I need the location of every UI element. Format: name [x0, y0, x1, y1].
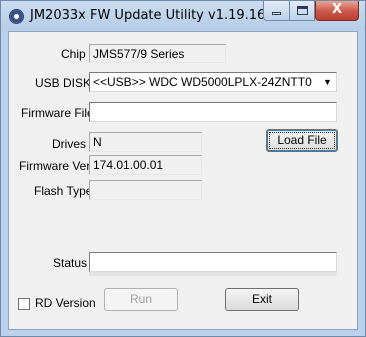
- close-button[interactable]: X: [315, 1, 359, 21]
- chevron-down-icon[interactable]: ▼: [320, 74, 335, 90]
- maximize-icon: [297, 6, 308, 15]
- firmware-ver-field: 174.01.00.01: [89, 155, 202, 175]
- title-bar[interactable]: JM2033x FW Update Utility v1.19.16.24 X: [1, 1, 365, 31]
- chip-field: JMS577/9 Series: [89, 44, 226, 63]
- usb-disk-value: <<USB>> WDC WD5000LPLX-24ZNTT0: [93, 75, 312, 89]
- window-title: JM2033x FW Update Utility v1.19.16.24: [30, 8, 286, 23]
- load-file-button[interactable]: Load File: [266, 129, 338, 152]
- minimize-icon: [272, 12, 281, 15]
- firmware-file-label: Firmware File: [21, 106, 94, 120]
- status-label: Status: [53, 256, 88, 270]
- app-icon[interactable]: [9, 9, 24, 24]
- dialog-body: Chip JMS577/9 Series USB DISK <<USB>> WD…: [8, 31, 358, 330]
- firmware-file-input[interactable]: [89, 102, 337, 122]
- drives-label: Drives: [52, 137, 87, 151]
- usb-disk-select[interactable]: <<USB>> WDC WD5000LPLX-24ZNTT0 ▼: [89, 72, 337, 92]
- maximize-button[interactable]: [289, 1, 315, 21]
- rd-version-label[interactable]: RD Version: [35, 296, 96, 310]
- flash-type-label: Flash Type: [34, 184, 93, 198]
- status-underbar: [89, 272, 337, 276]
- app-window: JM2033x FW Update Utility v1.19.16.24 X …: [0, 0, 366, 337]
- usb-disk-label: USB DISK: [35, 76, 92, 90]
- chip-label: Chip: [61, 47, 86, 61]
- drives-field: N: [89, 132, 202, 152]
- firmware-ver-label: Firmware Ver.: [19, 159, 94, 173]
- close-icon: X: [331, 2, 343, 17]
- status-field: [89, 252, 337, 272]
- exit-button[interactable]: Exit: [225, 288, 299, 311]
- rd-version-checkbox[interactable]: [18, 298, 30, 310]
- run-button[interactable]: Run: [104, 288, 178, 311]
- minimize-button[interactable]: [263, 1, 289, 21]
- flash-type-field: [89, 180, 202, 200]
